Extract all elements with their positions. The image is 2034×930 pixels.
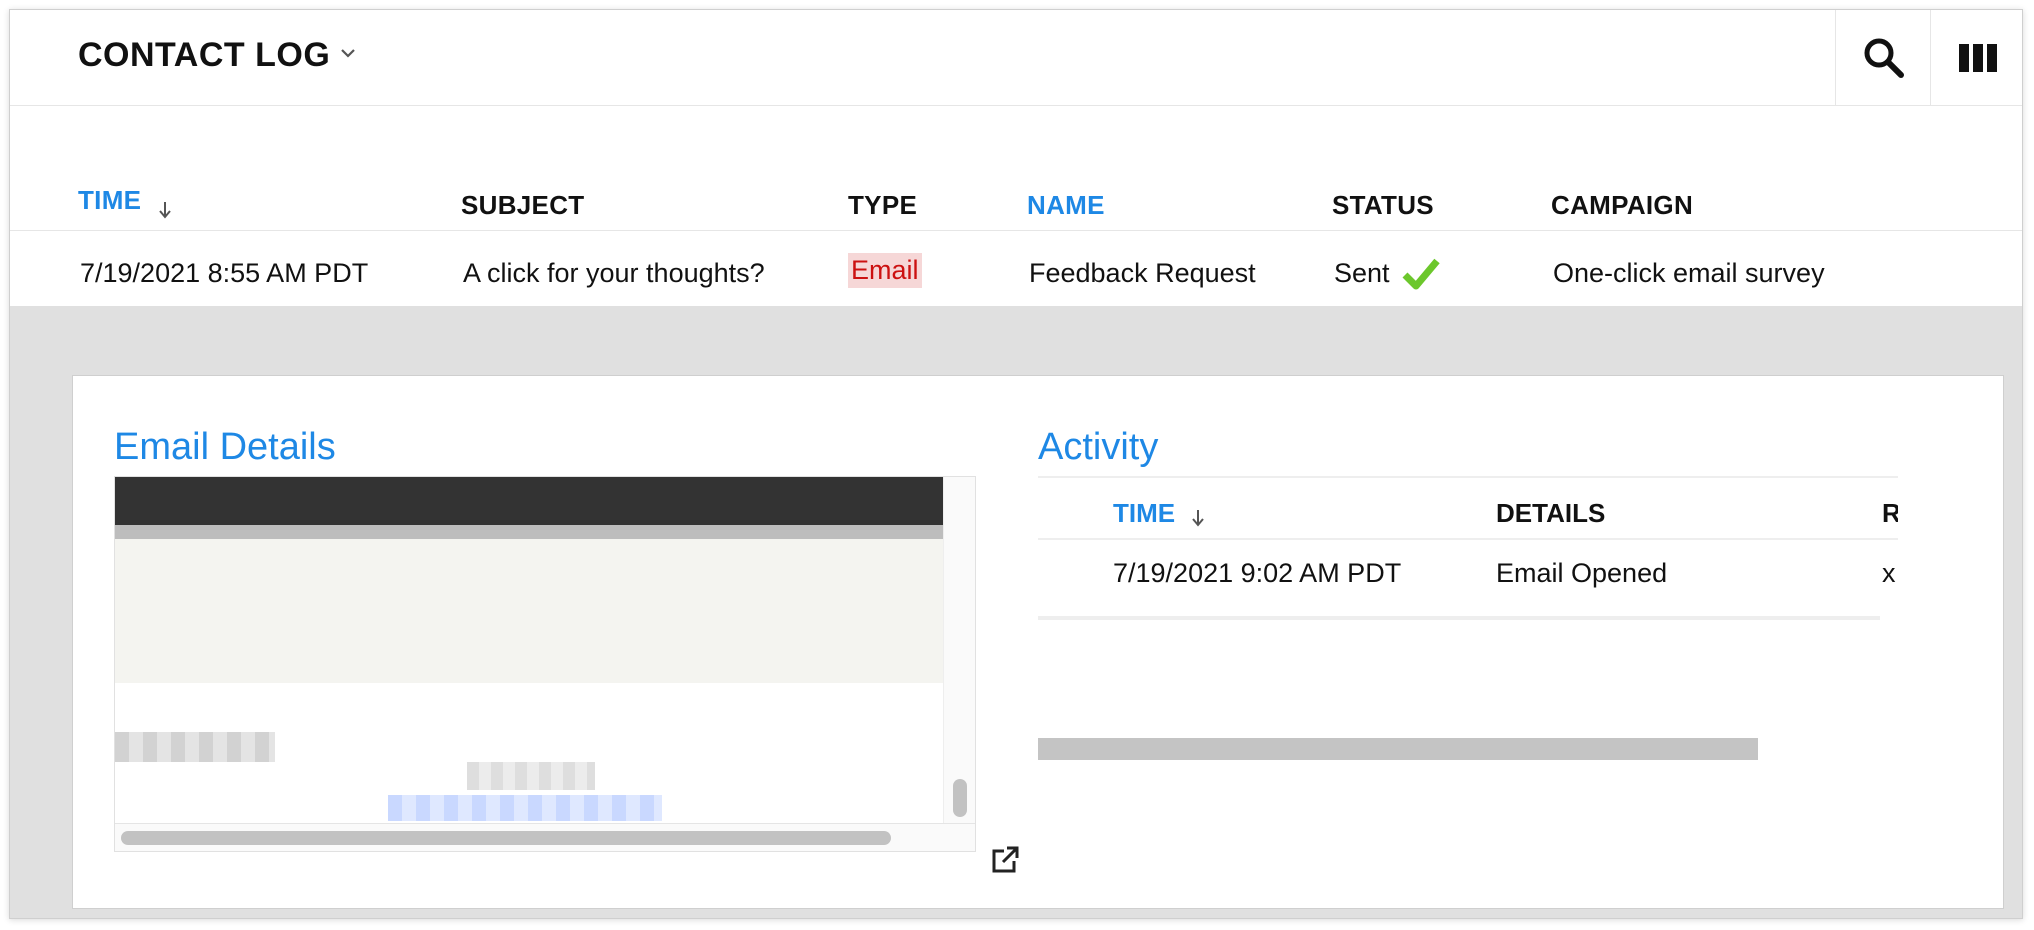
preview-banner <box>115 539 943 683</box>
preview-header-bar <box>115 477 943 525</box>
arrow-down-icon[interactable] <box>158 200 172 220</box>
arrow-down-icon[interactable] <box>1191 508 1205 528</box>
columns-icon <box>1958 43 1997 72</box>
column-header-name[interactable]: NAME <box>1027 190 1105 221</box>
row-campaign: One-click email survey <box>1553 258 1825 288</box>
activity-table: TIME DETAILS R 7/19/2021 9:02 AM PDT Ema… <box>1038 476 1898 626</box>
column-header-campaign[interactable]: CAMPAIGN <box>1551 190 1693 221</box>
preview-vertical-scroll-thumb[interactable] <box>953 779 967 817</box>
external-link-icon[interactable] <box>992 845 1020 873</box>
column-header-status[interactable]: STATUS <box>1332 190 1434 221</box>
activity-header-divider <box>1038 538 1898 540</box>
preview-divider <box>115 525 943 539</box>
chevron-down-icon[interactable] <box>339 44 357 62</box>
column-header-type[interactable]: TYPE <box>848 190 917 221</box>
preview-blurred-link <box>388 795 662 821</box>
row-status: Sent <box>1334 258 1390 288</box>
preview-vertical-scrollbar[interactable] <box>943 477 975 823</box>
email-preview[interactable] <box>114 476 976 852</box>
activity-column-time[interactable]: TIME <box>1113 498 1175 529</box>
activity-column-details[interactable]: DETAILS <box>1496 498 1605 529</box>
type-badge: Email <box>848 253 922 288</box>
row-subject: A click for your thoughts? <box>463 258 765 288</box>
preview-blurred-text <box>467 762 595 790</box>
activity-title: Activity <box>1038 426 1159 468</box>
detail-card: Email Details Activity TIME DETAILS 7/19… <box>72 375 2004 909</box>
activity-bottom-divider <box>1038 616 1880 620</box>
preview-blurred-text <box>115 732 275 762</box>
columns-button[interactable] <box>1930 10 2022 105</box>
page-title[interactable]: CONTACT LOG <box>78 36 330 75</box>
header-divider <box>10 230 2022 231</box>
activity-row-time: 7/19/2021 9:02 AM PDT <box>1113 558 1402 588</box>
activity-row-third: x <box>1882 558 1896 588</box>
activity-horizontal-scrollbar[interactable] <box>1038 738 1758 760</box>
row-time: 7/19/2021 8:55 AM PDT <box>80 258 369 288</box>
activity-column-third[interactable]: R <box>1882 498 1898 529</box>
search-icon <box>1864 38 1904 78</box>
preview-horizontal-scroll-thumb[interactable] <box>121 831 891 845</box>
column-header-subject[interactable]: SUBJECT <box>461 190 584 221</box>
activity-row-details: Email Opened <box>1496 558 1668 588</box>
page-header: CONTACT LOG <box>10 10 2022 106</box>
email-details-title: Email Details <box>114 426 336 468</box>
contact-log-window: CONTACT LOG TIME SUBJECT TYPE NAME STATU… <box>9 9 2023 919</box>
activity-top-divider <box>1038 476 1898 478</box>
search-button[interactable] <box>1835 10 1931 105</box>
column-header-time[interactable]: TIME <box>78 185 141 216</box>
row-name: Feedback Request <box>1029 258 1256 288</box>
checkmark-icon <box>1402 258 1440 290</box>
